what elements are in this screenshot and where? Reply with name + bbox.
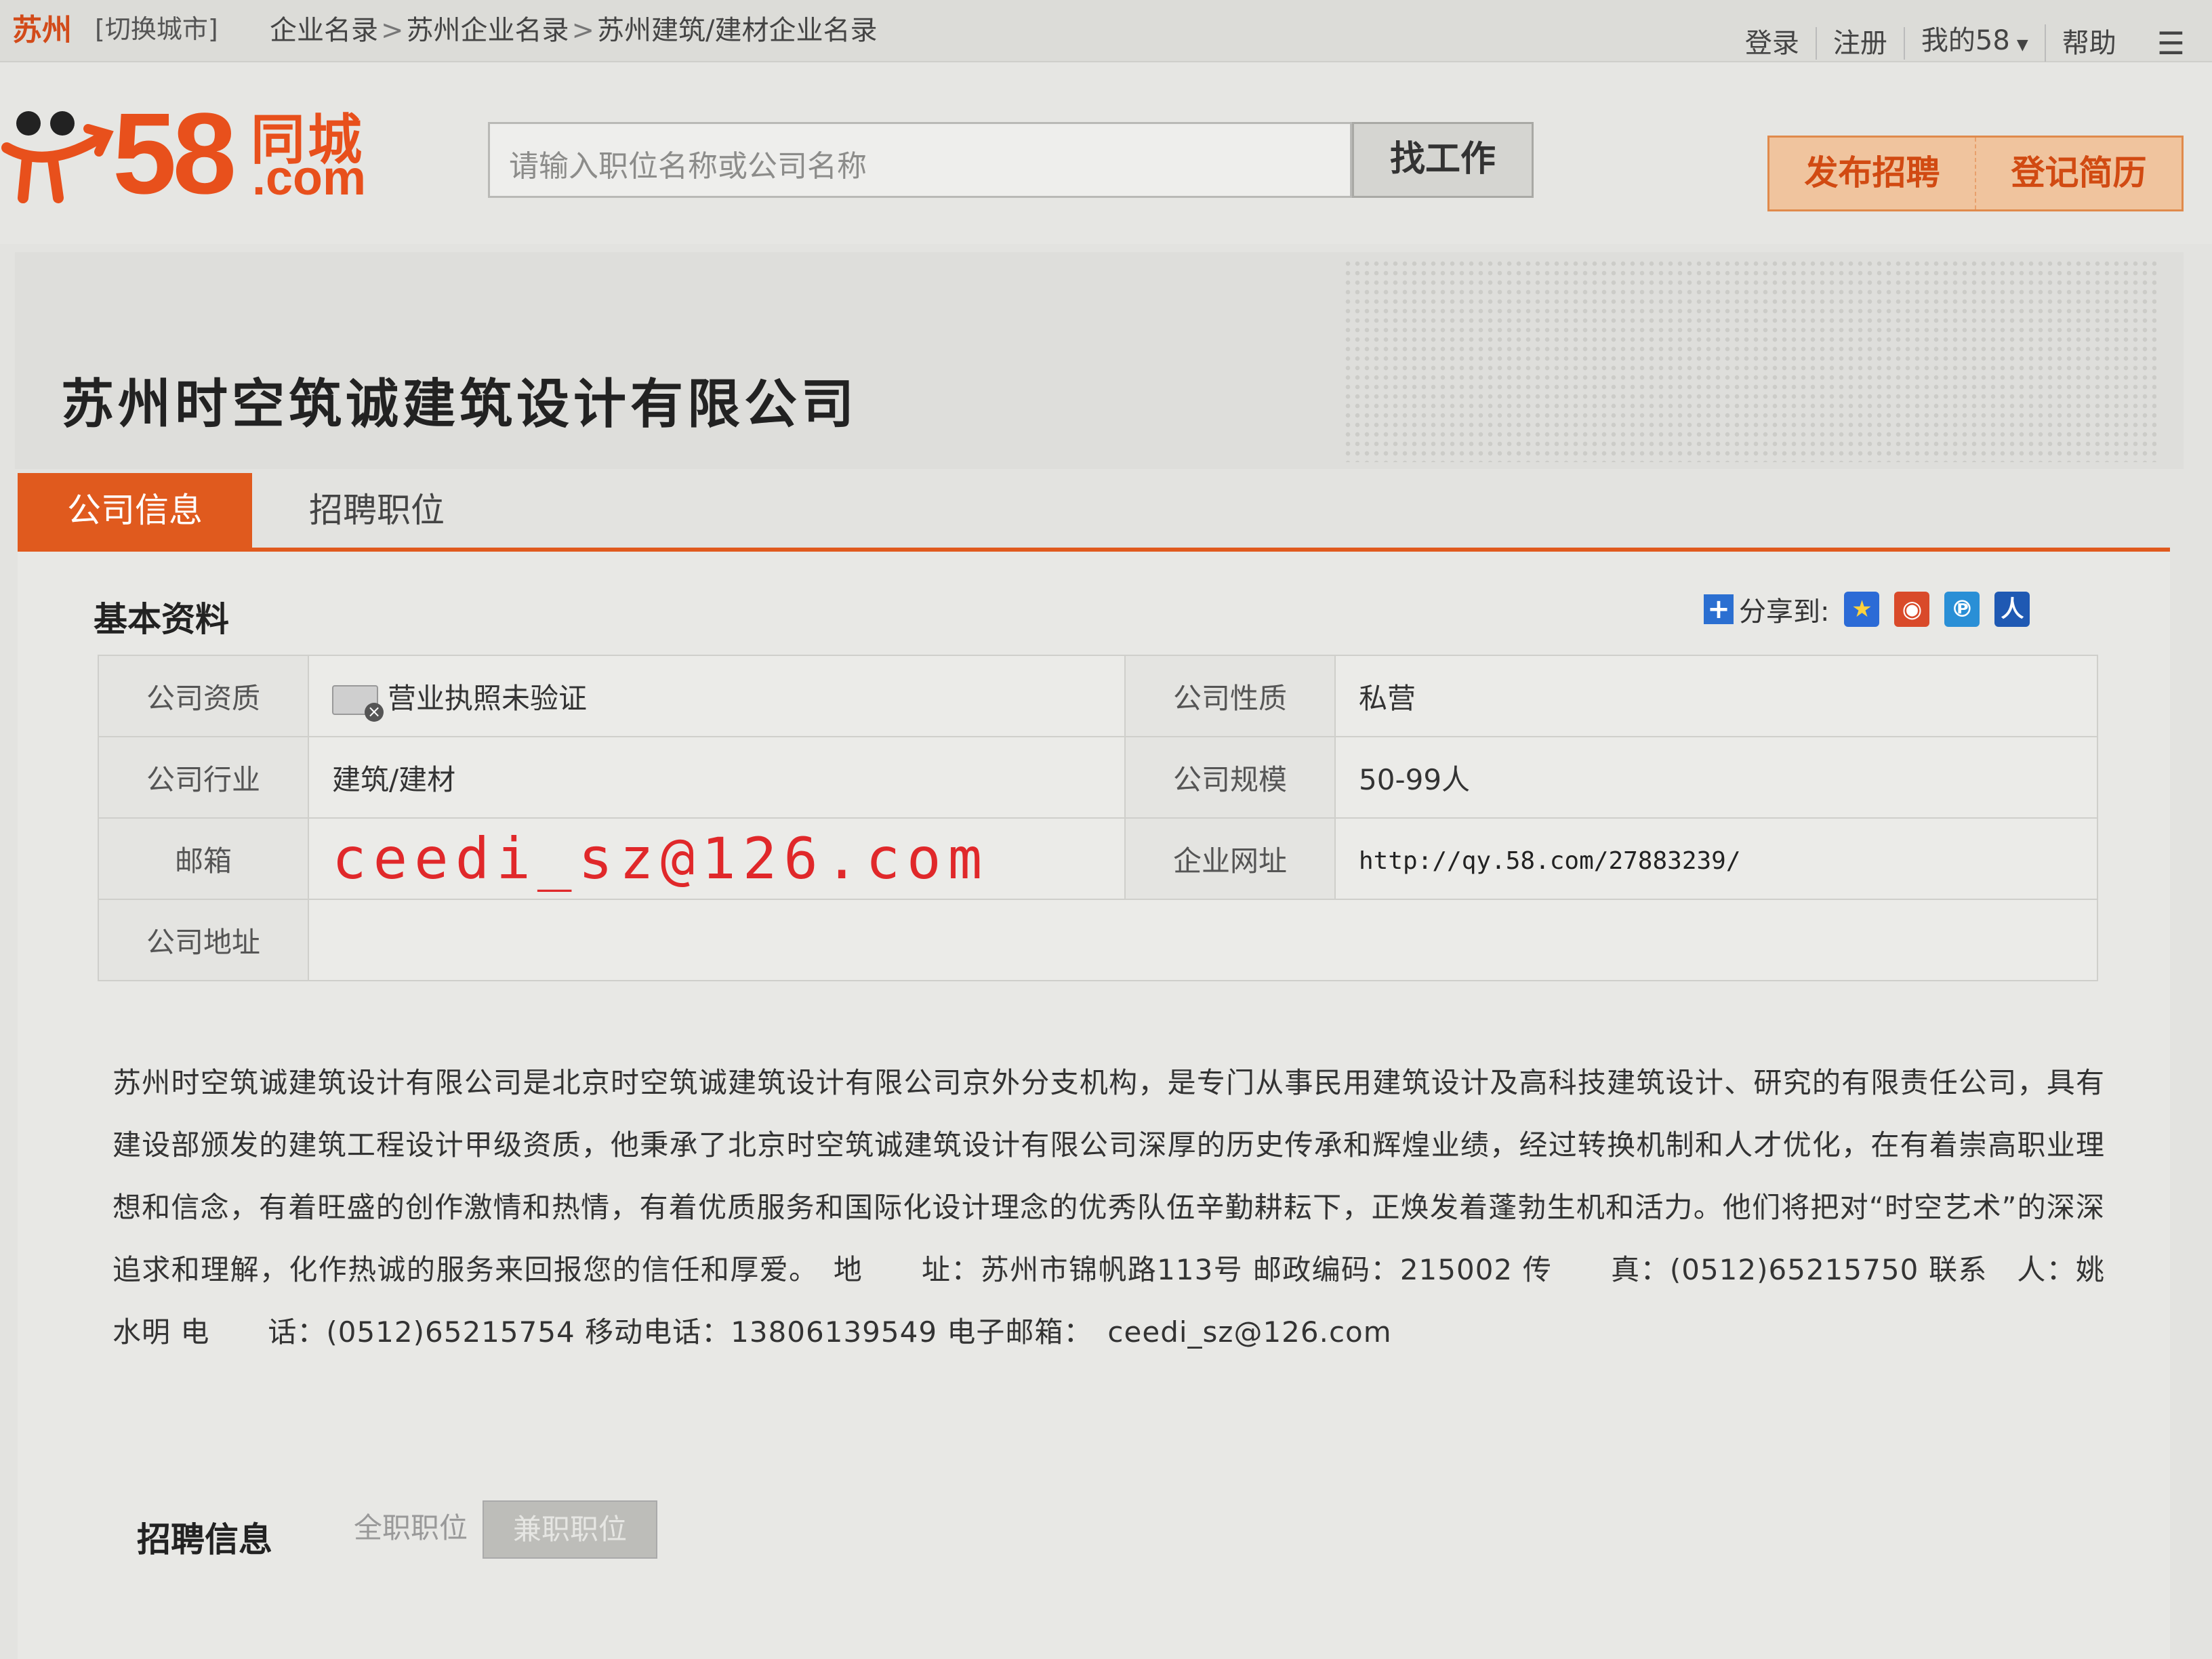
share-bar: + 分享到: ★ ◉ ℗ 人	[1704, 590, 2030, 629]
mascot-logo-icon	[1, 111, 114, 203]
basic-info-title: 基本资料	[94, 600, 229, 639]
register-resume-button[interactable]: 登记简历	[1975, 138, 2182, 209]
breadcrumb-separator: >	[571, 15, 595, 46]
tab-full-time-jobs[interactable]: 全职职位	[336, 1500, 485, 1556]
basic-info-table: 公司资质 营业执照未验证 公司性质 私营 公司行业 建筑/建材 公司规模 50-…	[98, 655, 2098, 981]
breadcrumb-item-construction[interactable]: 苏州建筑/建材企业名录	[597, 15, 877, 46]
help-link[interactable]: 帮助	[2046, 27, 2133, 60]
website-link[interactable]: http://qy.58.com/27883239/	[1359, 847, 1741, 875]
header-actions: 发布招聘 登记简历	[1767, 136, 2184, 211]
industry-value: 建筑/建材	[308, 736, 1126, 819]
scale-value: 50-99人	[1334, 736, 2098, 819]
user-links: 登录 注册 我的58 ▼ 帮助 ☰	[1729, 24, 2185, 62]
tab-company-info[interactable]: 公司信息	[18, 473, 252, 548]
weibo-icon[interactable]: ◉	[1894, 592, 1930, 627]
switch-city-link[interactable]: [切换城市]	[95, 8, 218, 45]
industry-label: 公司行业	[98, 736, 309, 819]
register-link[interactable]: 注册	[1817, 26, 1905, 60]
my58-menu[interactable]: 我的58 ▼	[1905, 24, 2046, 62]
table-row: 公司资质 营业执照未验证 公司性质 私营	[98, 655, 2098, 737]
nature-value: 私营	[1334, 655, 2098, 737]
email-value: ceedi_sz@126.com	[332, 825, 989, 892]
table-row: 公司地址	[98, 899, 2098, 981]
tab-jobs[interactable]: 招聘职位	[282, 473, 472, 548]
tencent-weibo-icon[interactable]: ℗	[1944, 592, 1980, 627]
tab-part-time-jobs[interactable]: 兼职职位	[483, 1500, 657, 1559]
qualification-value: 营业执照未验证	[308, 655, 1126, 737]
login-link[interactable]: 登录	[1729, 26, 1817, 60]
qualification-label: 公司资质	[98, 655, 309, 737]
world-map-decoration	[1343, 259, 2156, 462]
breadcrumb-item-directory[interactable]: 企业名录	[270, 15, 378, 46]
recruit-info-title: 招聘信息	[137, 1520, 272, 1559]
scale-label: 公司规模	[1124, 736, 1336, 819]
company-name: 苏州时空筑诚建筑设计有限公司	[61, 373, 859, 436]
address-value	[308, 899, 2098, 981]
logo-domain: .com	[252, 151, 367, 205]
qualification-text: 营业执照未验证	[388, 681, 588, 715]
table-row: 邮箱 ceedi_sz@126.com 企业网址 http://qy.58.co…	[98, 817, 2098, 900]
logo-number: 58	[112, 89, 237, 218]
address-label: 公司地址	[98, 899, 309, 981]
nature-label: 公司性质	[1124, 655, 1336, 737]
email-value-cell: ceedi_sz@126.com	[308, 817, 1126, 900]
email-label: 邮箱	[98, 817, 309, 900]
my58-label: 我的58	[1921, 25, 2010, 56]
chevron-down-icon: ▼	[2016, 37, 2028, 54]
site-header: 58 同城 .com 请输入职位名称或公司名称 找工作 发布招聘 登记简历	[0, 62, 2212, 244]
site-logo[interactable]: 58 同城 .com	[0, 89, 380, 239]
search-input[interactable]: 请输入职位名称或公司名称	[488, 122, 1352, 198]
company-tabs: 公司信息 招聘职位	[18, 473, 2170, 552]
website-label: 企业网址	[1124, 817, 1336, 900]
breadcrumb: 企业名录 > 苏州企业名录 > 苏州建筑/建材企业名录	[270, 8, 878, 47]
post-job-button[interactable]: 发布招聘	[1769, 138, 1975, 209]
website-value-cell: http://qy.58.com/27883239/	[1334, 817, 2098, 900]
table-row: 公司行业 建筑/建材 公司规模 50-99人	[98, 736, 2098, 819]
current-city: 苏州	[12, 13, 72, 47]
company-banner: 苏州时空筑诚建筑设计有限公司	[15, 252, 2184, 469]
company-description: 苏州时空筑诚建筑设计有限公司是北京时空筑诚建筑设计有限公司京外分支机构，是专门从…	[112, 1066, 2105, 1349]
license-unverified-icon	[332, 685, 384, 722]
share-plus-icon[interactable]: +	[1704, 594, 1734, 624]
company-info-panel: 基本资料 + 分享到: ★ ◉ ℗ 人 公司资质 营业执照未验证 公司性质 私营…	[18, 552, 2170, 1659]
breadcrumb-separator: >	[381, 15, 404, 46]
find-job-button[interactable]: 找工作	[1352, 122, 1534, 198]
top-bar: 苏州 [切换城市] 企业名录 > 苏州企业名录 > 苏州建筑/建材企业名录 登录 注册 …	[0, 0, 2212, 62]
share-label: 分享到:	[1739, 596, 1830, 628]
hamburger-menu-icon[interactable]: ☰	[2157, 27, 2185, 60]
renren-icon[interactable]: 人	[1994, 592, 2030, 627]
breadcrumb-item-suzhou[interactable]: 苏州企业名录	[407, 15, 569, 46]
qzone-icon[interactable]: ★	[1844, 592, 1880, 627]
